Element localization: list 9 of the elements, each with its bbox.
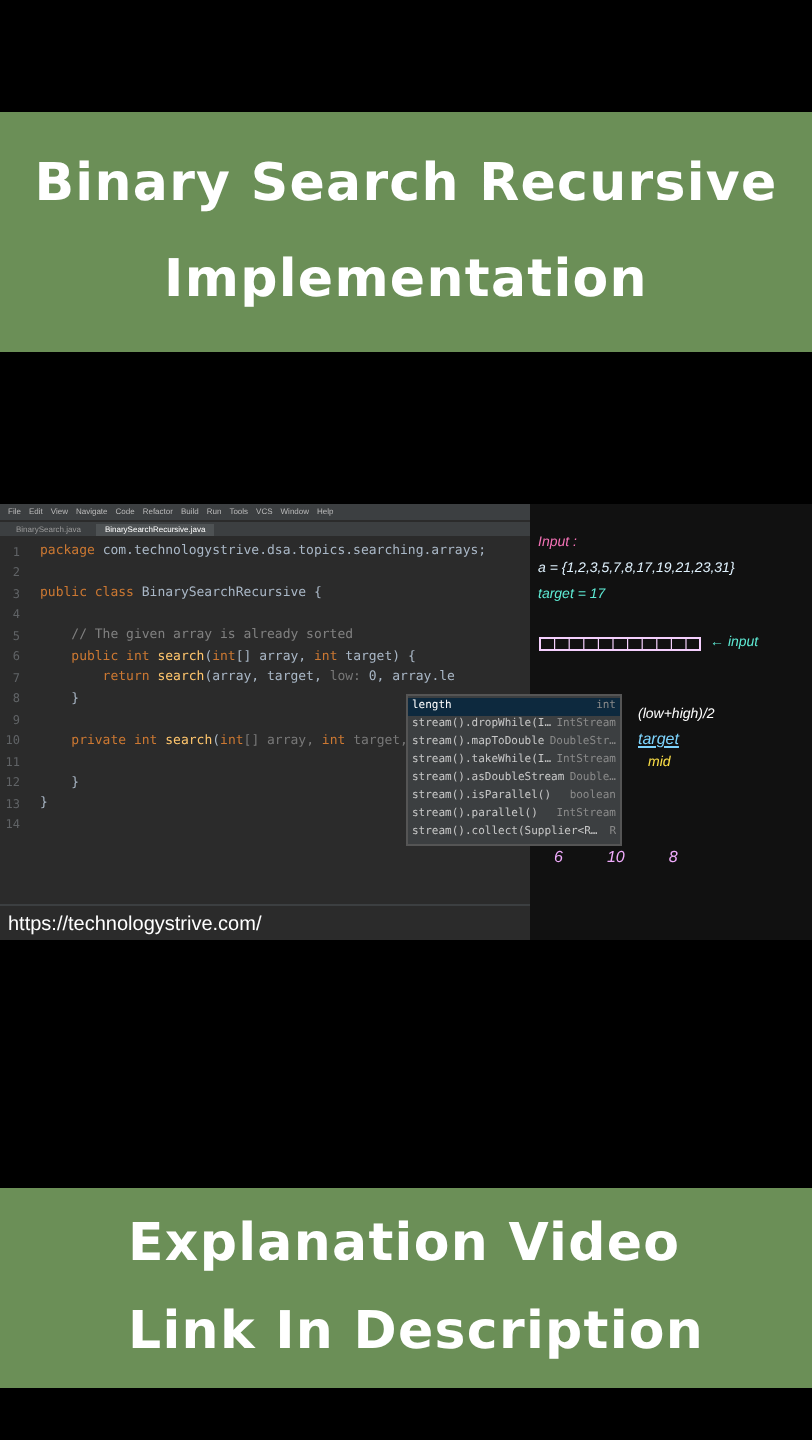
website-url: https://technologystrive.com/ [8,912,262,940]
handwritten-note: target [638,728,682,752]
handwritten-number: 6 [554,845,563,869]
handwritten-number: 10 [606,845,625,869]
handwritten-number: 8 [668,845,678,869]
banner-text: Implementation [164,248,648,314]
banner-text: Explanation Video [128,1212,681,1278]
banner-text: Link In Description [128,1300,705,1366]
banner-text: Binary Search Recursive [34,152,778,218]
